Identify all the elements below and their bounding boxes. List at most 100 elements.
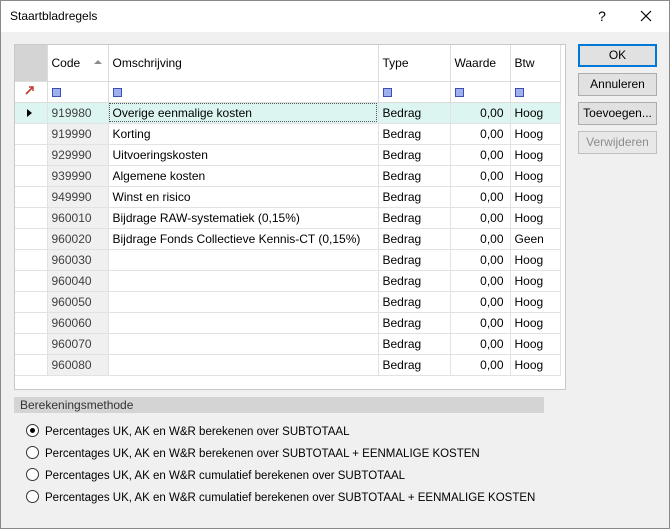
cell-type[interactable]: Bedrag xyxy=(378,354,451,376)
cell-type[interactable]: Bedrag xyxy=(378,270,451,292)
radio-option-cumulative-subtotal[interactable]: Percentages UK, AK en W&R cumulatief ber… xyxy=(26,468,405,484)
cell-value[interactable]: 0,00 xyxy=(450,228,511,250)
column-header-value[interactable]: Waarde xyxy=(450,45,511,82)
cell-vat[interactable]: Hoog xyxy=(510,270,561,292)
cell-vat[interactable]: Hoog xyxy=(510,207,561,229)
row-selector[interactable] xyxy=(15,165,48,187)
cell-description[interactable]: Korting xyxy=(108,123,379,145)
cell-type[interactable]: Bedrag xyxy=(378,291,451,313)
cell-vat[interactable]: Hoog xyxy=(510,186,561,208)
radio-button-checked[interactable] xyxy=(26,424,39,438)
column-header-code[interactable]: Code xyxy=(47,45,109,82)
cell-type[interactable]: Bedrag xyxy=(378,123,451,145)
table-row[interactable]: 960050 Bedrag 0,00 Hoog xyxy=(15,291,561,313)
cancel-button[interactable]: Annuleren xyxy=(578,73,657,96)
cell-type[interactable]: Bedrag xyxy=(378,102,451,124)
row-selector[interactable] xyxy=(15,249,48,271)
table-row[interactable]: 919990 Korting Bedrag 0,00 Hoog xyxy=(15,123,561,145)
help-button[interactable]: ? xyxy=(579,1,625,32)
cell-type[interactable]: Bedrag xyxy=(378,312,451,334)
table-row[interactable]: 960040 Bedrag 0,00 Hoog xyxy=(15,270,561,292)
table-row[interactable]: 960070 Bedrag 0,00 Hoog xyxy=(15,333,561,355)
cell-type[interactable]: Bedrag xyxy=(378,207,451,229)
cell-value[interactable]: 0,00 xyxy=(450,270,511,292)
cell-description[interactable] xyxy=(108,249,379,271)
table-row[interactable]: 960060 Bedrag 0,00 Hoog xyxy=(15,312,561,334)
filter-vat[interactable] xyxy=(510,81,561,103)
column-header-description[interactable]: Omschrijving xyxy=(108,45,379,82)
cell-description[interactable] xyxy=(108,312,379,334)
cell-description[interactable]: Bijdrage RAW-systematiek (0,15%) xyxy=(108,207,379,229)
row-selector[interactable] xyxy=(15,102,48,124)
row-selector[interactable] xyxy=(15,228,48,250)
row-selector[interactable] xyxy=(15,207,48,229)
filter-description[interactable] xyxy=(108,81,379,103)
cell-value[interactable]: 0,00 xyxy=(450,102,511,124)
cell-type[interactable]: Bedrag xyxy=(378,249,451,271)
filter-clear-cell[interactable] xyxy=(15,81,48,103)
cell-value[interactable]: 0,00 xyxy=(450,186,511,208)
cell-vat[interactable]: Hoog xyxy=(510,102,561,124)
table-row[interactable]: 929990 Uitvoeringskosten Bedrag 0,00 Hoo… xyxy=(15,144,561,166)
table-row[interactable]: 960030 Bedrag 0,00 Hoog xyxy=(15,249,561,271)
add-button[interactable]: Toevoegen... xyxy=(578,102,657,125)
cell-description[interactable]: Bijdrage Fonds Collectieve Kennis-CT (0,… xyxy=(108,228,379,250)
cell-vat[interactable]: Hoog xyxy=(510,249,561,271)
filter-code[interactable] xyxy=(47,81,109,103)
cell-value[interactable]: 0,00 xyxy=(450,165,511,187)
cell-value[interactable]: 0,00 xyxy=(450,291,511,313)
cell-vat[interactable]: Hoog xyxy=(510,354,561,376)
radio-button[interactable] xyxy=(26,446,39,460)
cell-value[interactable]: 0,00 xyxy=(450,354,511,376)
cell-description[interactable]: Overige eenmalige kosten xyxy=(108,102,379,124)
radio-option-cumulative-subtotal-one-off[interactable]: Percentages UK, AK en W&R cumulatief ber… xyxy=(26,490,535,506)
cell-type[interactable]: Bedrag xyxy=(378,333,451,355)
table-row[interactable]: 919980 Overige eenmalige kosten Bedrag 0… xyxy=(15,102,561,124)
cell-description[interactable]: Winst en risico xyxy=(108,186,379,208)
cell-type[interactable]: Bedrag xyxy=(378,144,451,166)
cell-value[interactable]: 0,00 xyxy=(450,207,511,229)
cell-value[interactable]: 0,00 xyxy=(450,333,511,355)
remove-button[interactable]: Verwijderen xyxy=(578,131,657,154)
cell-description[interactable]: Uitvoeringskosten xyxy=(108,144,379,166)
table-row[interactable]: 939990 Algemene kosten Bedrag 0,00 Hoog xyxy=(15,165,561,187)
cell-vat[interactable]: Hoog xyxy=(510,165,561,187)
table-row[interactable]: 949990 Winst en risico Bedrag 0,00 Hoog xyxy=(15,186,561,208)
cell-type[interactable]: Bedrag xyxy=(378,165,451,187)
cell-value[interactable]: 0,00 xyxy=(450,312,511,334)
cell-value[interactable]: 0,00 xyxy=(450,123,511,145)
cell-value[interactable]: 0,00 xyxy=(450,144,511,166)
column-header-type[interactable]: Type xyxy=(378,45,451,82)
cell-type[interactable]: Bedrag xyxy=(378,228,451,250)
cell-vat[interactable]: Hoog xyxy=(510,144,561,166)
radio-option-subtotal[interactable]: Percentages UK, AK en W&R berekenen over… xyxy=(26,424,349,440)
close-button[interactable] xyxy=(623,1,669,32)
rules-grid[interactable]: Code Omschrijving Type Waarde Btw 919980… xyxy=(14,44,566,390)
row-selector[interactable] xyxy=(15,312,48,334)
row-selector[interactable] xyxy=(15,186,48,208)
ok-button[interactable]: OK xyxy=(578,44,657,67)
cell-type[interactable]: Bedrag xyxy=(378,186,451,208)
filter-value[interactable] xyxy=(450,81,511,103)
cell-description[interactable] xyxy=(108,354,379,376)
row-selector[interactable] xyxy=(15,354,48,376)
column-header-vat[interactable]: Btw xyxy=(510,45,561,82)
row-selector[interactable] xyxy=(15,333,48,355)
row-selector[interactable] xyxy=(15,270,48,292)
cell-description[interactable] xyxy=(108,270,379,292)
radio-button[interactable] xyxy=(26,490,39,504)
row-selector[interactable] xyxy=(15,123,48,145)
table-row[interactable]: 960080 Bedrag 0,00 Hoog xyxy=(15,354,561,376)
cell-vat[interactable]: Hoog xyxy=(510,312,561,334)
table-row[interactable]: 960010 Bijdrage RAW-systematiek (0,15%) … xyxy=(15,207,561,229)
cell-value[interactable]: 0,00 xyxy=(450,249,511,271)
filter-type[interactable] xyxy=(378,81,451,103)
row-selector[interactable] xyxy=(15,144,48,166)
cell-vat[interactable]: Hoog xyxy=(510,123,561,145)
cell-description[interactable] xyxy=(108,333,379,355)
radio-button[interactable] xyxy=(26,468,39,482)
cell-description[interactable] xyxy=(108,291,379,313)
cell-description[interactable]: Algemene kosten xyxy=(108,165,379,187)
row-selector[interactable] xyxy=(15,291,48,313)
cell-vat[interactable]: Geen xyxy=(510,228,561,250)
